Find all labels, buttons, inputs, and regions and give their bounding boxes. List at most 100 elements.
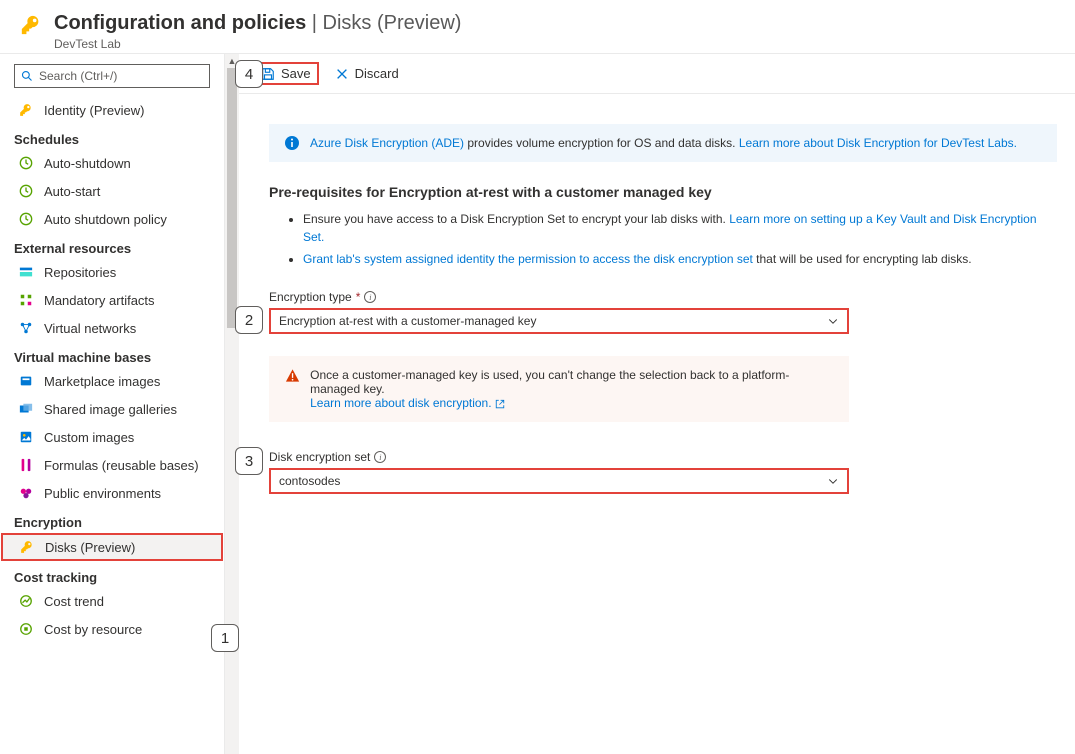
gallery-icon bbox=[18, 401, 34, 417]
callout-2: 2 bbox=[235, 306, 263, 334]
save-label: Save bbox=[281, 66, 311, 81]
repo-icon bbox=[18, 264, 34, 280]
sidebar-item-label: Formulas (reusable bases) bbox=[44, 458, 199, 473]
network-icon bbox=[18, 320, 34, 336]
sidebar-item-label: Auto shutdown policy bbox=[44, 212, 167, 227]
formula-icon bbox=[18, 457, 34, 473]
page-header: Configuration and policies | Disks (Prev… bbox=[0, 0, 1075, 54]
sidebar-group-encryption: Encryption bbox=[0, 507, 224, 532]
scroll-thumb[interactable] bbox=[227, 68, 237, 328]
info-icon[interactable]: i bbox=[374, 451, 386, 463]
field-label-text: Disk encryption set bbox=[269, 450, 370, 464]
sidebar-group-external: External resources bbox=[0, 233, 224, 258]
disk-encryption-set-dropdown[interactable]: contosodes bbox=[269, 468, 849, 494]
required-indicator: * bbox=[356, 290, 361, 304]
sidebar-item-formulas[interactable]: Formulas (reusable bases) bbox=[0, 451, 224, 479]
callout-3: 3 bbox=[235, 447, 263, 475]
sidebar-item-marketplace[interactable]: Marketplace images bbox=[0, 367, 224, 395]
artifact-icon bbox=[18, 292, 34, 308]
search-placeholder: Search (Ctrl+/) bbox=[39, 69, 117, 83]
sidebar-item-public-environments[interactable]: Public environments bbox=[0, 479, 224, 507]
environment-icon bbox=[18, 485, 34, 501]
field-label-text: Encryption type bbox=[269, 290, 352, 304]
list-item: Grant lab's system assigned identity the… bbox=[303, 250, 1057, 268]
chevron-down-icon bbox=[827, 475, 839, 487]
sidebar: Search (Ctrl+/) Identity (Preview) Sched… bbox=[0, 54, 225, 754]
title-sep: | bbox=[306, 12, 322, 34]
sidebar-item-label: Auto-start bbox=[44, 184, 100, 199]
external-link-icon bbox=[495, 399, 505, 409]
sidebar-item-label: Mandatory artifacts bbox=[44, 293, 155, 308]
sidebar-group-cost: Cost tracking bbox=[0, 562, 224, 587]
clock-icon bbox=[18, 183, 34, 199]
title-main: Configuration and policies bbox=[54, 12, 306, 34]
key-icon bbox=[18, 102, 34, 118]
prereq-list: Ensure you have access to a Disk Encrypt… bbox=[269, 210, 1057, 268]
info-icon[interactable]: i bbox=[364, 291, 376, 303]
sidebar-item-auto-start[interactable]: Auto-start bbox=[0, 177, 224, 205]
sidebar-item-label: Disks (Preview) bbox=[45, 540, 135, 555]
chevron-down-icon bbox=[827, 315, 839, 327]
sidebar-item-label: Virtual networks bbox=[44, 321, 136, 336]
ade-link[interactable]: Azure Disk Encryption (ADE) bbox=[310, 136, 464, 150]
sidebar-item-repositories[interactable]: Repositories bbox=[0, 258, 224, 286]
sidebar-item-label: Cost trend bbox=[44, 594, 104, 609]
callout-4: 4 bbox=[235, 60, 263, 88]
sidebar-item-label: Cost by resource bbox=[44, 622, 142, 637]
sidebar-item-shared-galleries[interactable]: Shared image galleries bbox=[0, 395, 224, 423]
discard-label: Discard bbox=[355, 66, 399, 81]
key-icon bbox=[20, 14, 42, 39]
page-title: Configuration and policies | Disks (Prev… bbox=[54, 12, 461, 35]
banner-text: provides volume encryption for OS and da… bbox=[464, 136, 739, 150]
sidebar-item-cost-by-resource[interactable]: Cost by resource bbox=[0, 615, 224, 643]
clock-icon bbox=[18, 155, 34, 171]
prereq-text: that will be used for encrypting lab dis… bbox=[753, 252, 972, 266]
toolbar: Save Discard bbox=[239, 54, 1075, 94]
page-subtitle: DevTest Lab bbox=[54, 37, 461, 51]
sidebar-item-label: Auto-shutdown bbox=[44, 156, 131, 171]
dropdown-value: contosodes bbox=[279, 474, 340, 488]
clock-icon bbox=[18, 211, 34, 227]
info-banner: Azure Disk Encryption (ADE) provides vol… bbox=[269, 124, 1057, 162]
learn-more-link[interactable]: Learn more about Disk Encryption for Dev… bbox=[739, 136, 1017, 150]
sidebar-item-label: Shared image galleries bbox=[44, 402, 177, 417]
list-item: Ensure you have access to a Disk Encrypt… bbox=[303, 210, 1057, 246]
resource-icon bbox=[18, 621, 34, 637]
callout-1: 1 bbox=[211, 624, 239, 652]
sidebar-item-identity[interactable]: Identity (Preview) bbox=[0, 96, 224, 124]
title-sub: Disks (Preview) bbox=[323, 12, 462, 34]
info-icon bbox=[284, 135, 300, 151]
sidebar-item-auto-shutdown-policy[interactable]: Auto shutdown policy bbox=[0, 205, 224, 233]
marketplace-icon bbox=[18, 373, 34, 389]
sidebar-item-cost-trend[interactable]: Cost trend bbox=[0, 587, 224, 615]
trend-icon bbox=[18, 593, 34, 609]
sidebar-item-label: Identity (Preview) bbox=[44, 103, 144, 118]
disk-encryption-set-label: Disk encryption set i bbox=[269, 450, 1057, 464]
grant-identity-link[interactable]: Grant lab's system assigned identity the… bbox=[303, 252, 753, 266]
warning-icon bbox=[285, 368, 300, 384]
prereq-text: Ensure you have access to a Disk Encrypt… bbox=[303, 212, 729, 226]
sidebar-item-label: Custom images bbox=[44, 430, 134, 445]
sidebar-item-label: Public environments bbox=[44, 486, 161, 501]
sidebar-item-auto-shutdown[interactable]: Auto-shutdown bbox=[0, 149, 224, 177]
save-icon bbox=[261, 67, 275, 81]
image-icon bbox=[18, 429, 34, 445]
sidebar-item-mandatory-artifacts[interactable]: Mandatory artifacts bbox=[0, 286, 224, 314]
discard-button[interactable]: Discard bbox=[327, 62, 407, 85]
sidebar-item-custom-images[interactable]: Custom images bbox=[0, 423, 224, 451]
encryption-type-label: Encryption type * i bbox=[269, 290, 1057, 304]
sidebar-item-label: Marketplace images bbox=[44, 374, 160, 389]
key-icon bbox=[19, 539, 35, 555]
sidebar-item-label: Repositories bbox=[44, 265, 116, 280]
warning-link[interactable]: Learn more about disk encryption. bbox=[310, 396, 491, 410]
sidebar-group-schedules: Schedules bbox=[0, 124, 224, 149]
search-input[interactable]: Search (Ctrl+/) bbox=[14, 64, 210, 88]
warning-text: Once a customer-managed key is used, you… bbox=[310, 368, 789, 396]
sidebar-item-disks[interactable]: Disks (Preview) bbox=[1, 533, 223, 561]
close-icon bbox=[335, 67, 349, 81]
encryption-type-dropdown[interactable]: Encryption at-rest with a customer-manag… bbox=[269, 308, 849, 334]
sidebar-item-virtual-networks[interactable]: Virtual networks bbox=[0, 314, 224, 342]
dropdown-value: Encryption at-rest with a customer-manag… bbox=[279, 314, 536, 328]
main-content: Save Discard Azure Disk Encryption (ADE)… bbox=[239, 54, 1075, 754]
sidebar-group-vmbases: Virtual machine bases bbox=[0, 342, 224, 367]
